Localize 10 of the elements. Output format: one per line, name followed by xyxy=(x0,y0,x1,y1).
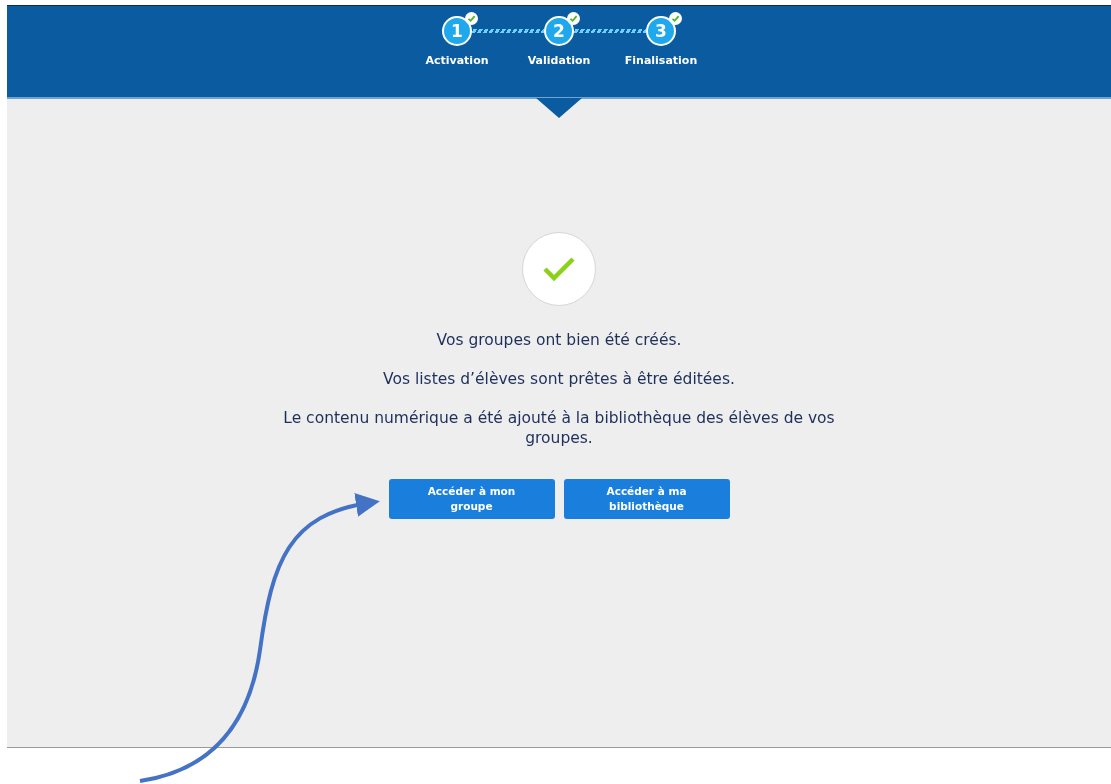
step-label: Activation xyxy=(425,54,489,67)
step-connector xyxy=(574,29,646,33)
action-button[interactable]: Accéder à ma bibliothèque xyxy=(563,479,730,519)
confirmation-message: Vos listes d’élèves sont prêtes à être éditées. xyxy=(382,369,736,389)
confirmation-message: Vos groupes ont bien été créés. xyxy=(435,330,683,350)
step-connector xyxy=(472,29,544,33)
action-button[interactable]: Accéder à mon groupe xyxy=(388,479,555,519)
step-label: Validation xyxy=(527,54,591,67)
confirmation-message: Le contenu numérique a été ajouté à la bibliothèque des élèves de vos groupes. xyxy=(282,408,836,448)
step-label: Finalisation xyxy=(624,54,698,67)
